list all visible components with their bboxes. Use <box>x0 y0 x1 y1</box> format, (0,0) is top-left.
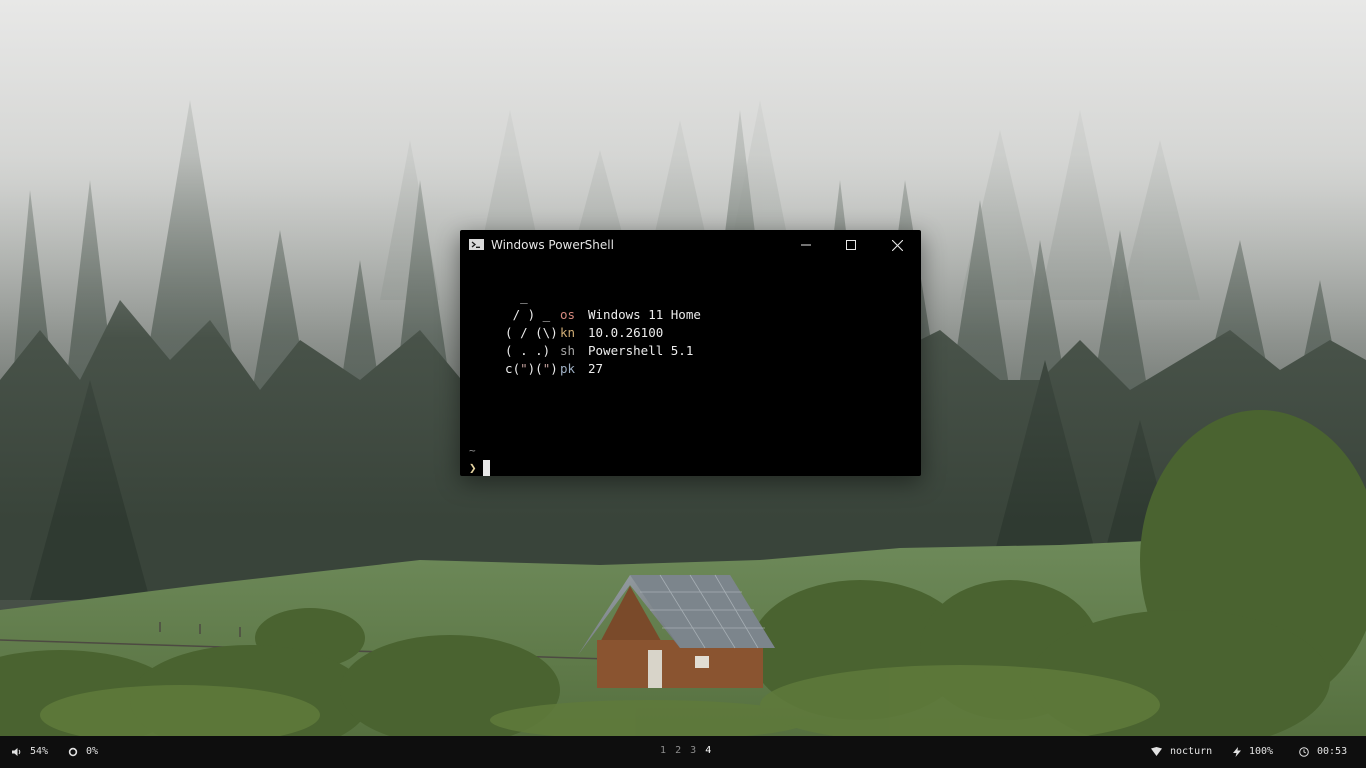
volume-widget[interactable]: 54% <box>12 746 48 757</box>
text-cursor <box>483 460 490 476</box>
close-icon <box>891 239 903 251</box>
shell-prompt[interactable]: ~ ❯ <box>469 441 490 476</box>
fetch-row-kernel: kn 10.0.26100 <box>560 324 701 342</box>
workspace-4[interactable]: 4 <box>705 745 711 756</box>
battery-widget[interactable]: 100% <box>1233 746 1273 757</box>
status-bar: 54% 0% 1 2 3 4 nocturn 100% 00:53 <box>0 736 1366 768</box>
fetch-info: os Windows 11 Home kn 10.0.26100 sh Powersh… <box>560 306 701 378</box>
minimize-button[interactable] <box>783 230 829 260</box>
prompt-cwd: ~ <box>469 444 476 457</box>
powershell-icon <box>469 239 484 250</box>
wifi-icon <box>1151 747 1162 756</box>
fetch-value: Powershell 5.1 <box>588 343 694 358</box>
terminal-output[interactable]: _ / ) _ ( / (\) ( . .) c(")(") os Windows… <box>460 260 921 476</box>
window-title: Windows PowerShell <box>491 238 614 252</box>
workspace-switcher[interactable]: 1 2 3 4 <box>660 745 714 756</box>
fetch-key: kn <box>560 325 576 340</box>
brightness-widget[interactable]: 0% <box>68 746 98 757</box>
battery-bolt-icon <box>1233 746 1241 757</box>
workspace-2[interactable]: 2 <box>675 745 681 756</box>
minimize-icon <box>801 244 811 246</box>
wifi-ssid: nocturn <box>1170 746 1213 757</box>
workspace-1[interactable]: 1 <box>660 745 666 756</box>
brightness-value: 0% <box>86 746 99 757</box>
fetch-row-shell: sh Powershell 5.1 <box>560 342 701 360</box>
maximize-button[interactable] <box>828 230 874 260</box>
fetch-row-packages: pk 27 <box>560 360 701 378</box>
battery-value: 100% <box>1249 746 1274 757</box>
fetch-row-os: os Windows 11 Home <box>560 306 701 324</box>
volume-icon <box>12 747 21 756</box>
fetch-ascii-art: _ / ) _ ( / (\) ( . .) c(")(") <box>490 289 558 376</box>
brightness-icon <box>68 747 78 756</box>
workspace-3[interactable]: 3 <box>690 745 696 756</box>
close-button[interactable] <box>874 230 920 260</box>
fetch-key: os <box>560 307 576 322</box>
window-titlebar[interactable]: Windows PowerShell <box>460 230 921 260</box>
clock-time: 00:53 <box>1317 746 1348 757</box>
maximize-icon <box>846 240 856 250</box>
powershell-window[interactable]: Windows PowerShell _ / ) _ ( / (\) ( . .… <box>460 230 921 476</box>
clock-widget[interactable]: 00:53 <box>1299 746 1347 757</box>
fetch-value: 10.0.26100 <box>588 325 664 340</box>
volume-value: 54% <box>30 746 49 757</box>
clock-icon <box>1299 746 1309 757</box>
fetch-key: pk <box>560 361 576 376</box>
fetch-value: Windows 11 Home <box>588 307 701 322</box>
prompt-symbol: ❯ <box>469 460 477 475</box>
fetch-key: sh <box>560 343 576 358</box>
fetch-value: 27 <box>588 361 604 376</box>
wifi-widget[interactable]: nocturn <box>1151 746 1212 757</box>
